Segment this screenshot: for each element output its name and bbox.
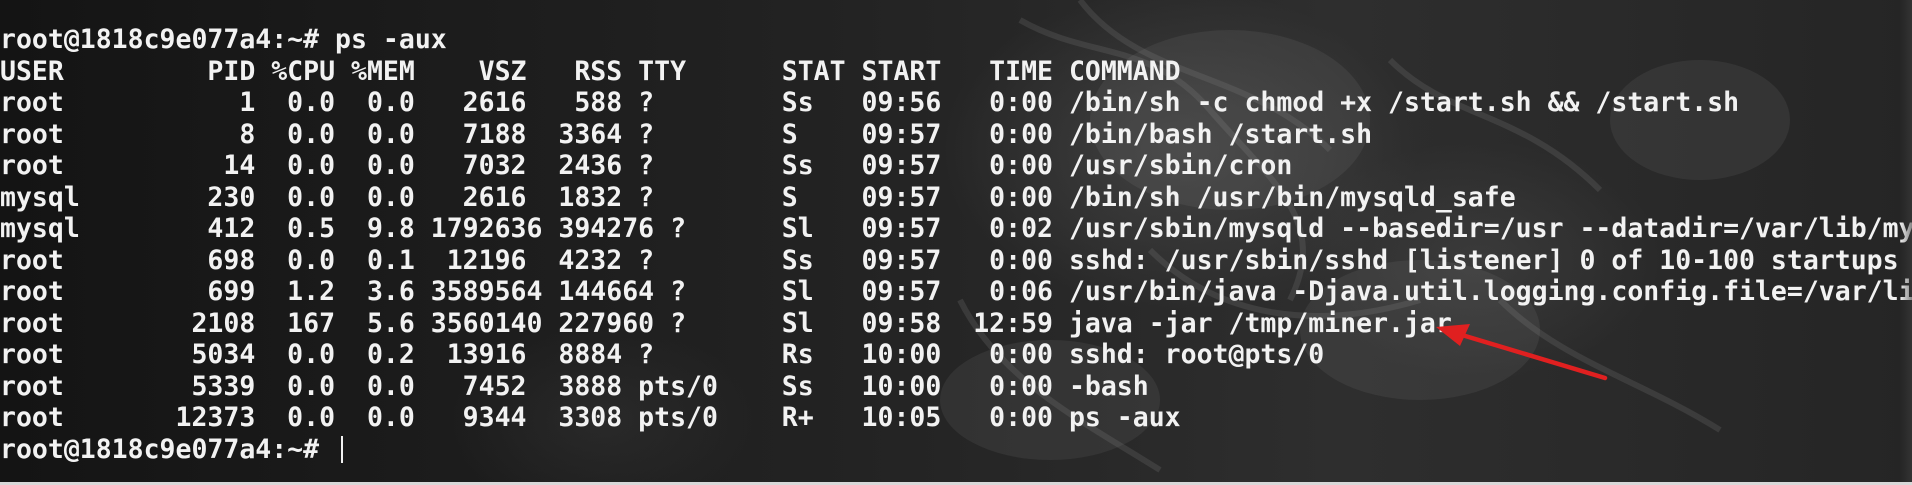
terminal-output[interactable]: root@1818c9e077a4:~# ps -aux USER PID %CP… bbox=[0, 24, 1912, 465]
process-table-header: USER PID %CPU %MEM VSZ RSS TTY STAT STAR… bbox=[0, 55, 1181, 87]
process-row: root 5339 0.0 0.0 7452 3888 pts/0 Ss 10:… bbox=[0, 370, 1149, 402]
process-row: root 5034 0.0 0.2 13916 8884 ? Rs 10:00 … bbox=[0, 339, 1325, 370]
command-line-prompt: root@1818c9e077a4:~# ps -aux bbox=[0, 24, 447, 55]
process-row: root 699 1.2 3.6 3589564 144664 ? Sl 09:… bbox=[0, 276, 1912, 307]
text-cursor bbox=[341, 435, 344, 463]
process-row: root 1 0.0 0.0 2616 588 ? Ss 09:56 0:00 … bbox=[0, 87, 1740, 118]
process-row: root 14 0.0 0.0 7032 2436 ? Ss 09:57 0:0… bbox=[0, 150, 1293, 181]
window-edge bbox=[1900, 0, 1912, 485]
terminal-window[interactable]: root@1818c9e077a4:~# ps -aux USER PID %CP… bbox=[0, 0, 1912, 485]
process-row-miner: root 2108 167 5.6 3560140 227960 ? Sl 09… bbox=[0, 307, 1452, 339]
process-row: mysql 412 0.5 9.8 1792636 394276 ? Sl 09… bbox=[0, 213, 1912, 244]
process-row: root 12373 0.0 0.0 9344 3308 pts/0 R+ 10… bbox=[0, 402, 1181, 433]
process-row: mysql 230 0.0 0.0 2616 1832 ? S 09:57 0:… bbox=[0, 181, 1516, 213]
shell-prompt-line[interactable]: root@1818c9e077a4:~# bbox=[0, 434, 1912, 466]
process-row: root 698 0.0 0.1 12196 4232 ? Ss 09:57 0… bbox=[0, 244, 1899, 276]
shell-prompt: root@1818c9e077a4:~# bbox=[0, 433, 336, 465]
process-row: root 8 0.0 0.0 7188 3364 ? S 09:57 0:00 … bbox=[0, 118, 1373, 150]
